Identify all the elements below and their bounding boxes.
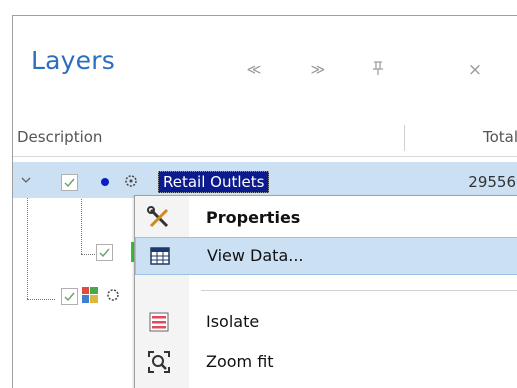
layer-name[interactable]: Retail Outlets: [158, 171, 270, 193]
panel-header: Layers ≪ ≫ ×: [13, 16, 517, 114]
map-layer-icon: [81, 286, 99, 304]
pin-glyph: [373, 61, 383, 75]
last-page-button[interactable]: ≫: [303, 60, 333, 80]
layer-checkbox[interactable]: [61, 174, 78, 191]
menu-item-label: Isolate: [206, 312, 260, 331]
table-grid-icon: [148, 244, 172, 268]
gear-icon: [103, 285, 123, 305]
context-menu: Properties View Data... Isolate Zoom fit: [134, 195, 517, 388]
menu-item-label: Zoom fit: [206, 352, 274, 371]
zoom-fit-icon: [147, 350, 171, 374]
menu-item-label: View Data...: [207, 246, 304, 265]
checkmark-icon: [99, 248, 110, 258]
column-description[interactable]: Description: [17, 128, 102, 146]
close-button[interactable]: ×: [460, 60, 490, 80]
tree-row[interactable]: Retail Outlets 29556: [13, 162, 517, 198]
pin-icon[interactable]: [363, 60, 393, 80]
menu-item-view-data[interactable]: View Data...: [135, 237, 517, 275]
menu-item-isolate[interactable]: Isolate: [135, 304, 517, 340]
layer-checkbox[interactable]: [61, 288, 78, 305]
first-page-button[interactable]: ≪: [239, 60, 269, 80]
checkmark-icon: [64, 292, 75, 302]
layer-total: 29556: [468, 173, 516, 191]
column-total[interactable]: Total: [483, 128, 517, 146]
column-header: Description Total: [13, 119, 517, 157]
point-symbol-icon: [101, 178, 109, 186]
layer-checkbox[interactable]: [96, 244, 113, 261]
panel-title: Layers: [31, 46, 115, 75]
menu-item-properties[interactable]: Properties: [135, 200, 517, 236]
checkmark-icon: [64, 178, 75, 188]
isolate-list-icon: [147, 310, 171, 334]
gear-icon: [121, 171, 141, 191]
menu-item-zoom-fit[interactable]: Zoom fit: [135, 344, 517, 380]
chevron-glyph: [21, 177, 31, 183]
wrench-screwdriver-icon: [147, 206, 171, 230]
chevron-down-icon[interactable]: [21, 176, 31, 184]
menu-item-label: Properties: [206, 208, 301, 227]
menu-separator: [201, 290, 517, 291]
column-separator[interactable]: [404, 125, 405, 151]
